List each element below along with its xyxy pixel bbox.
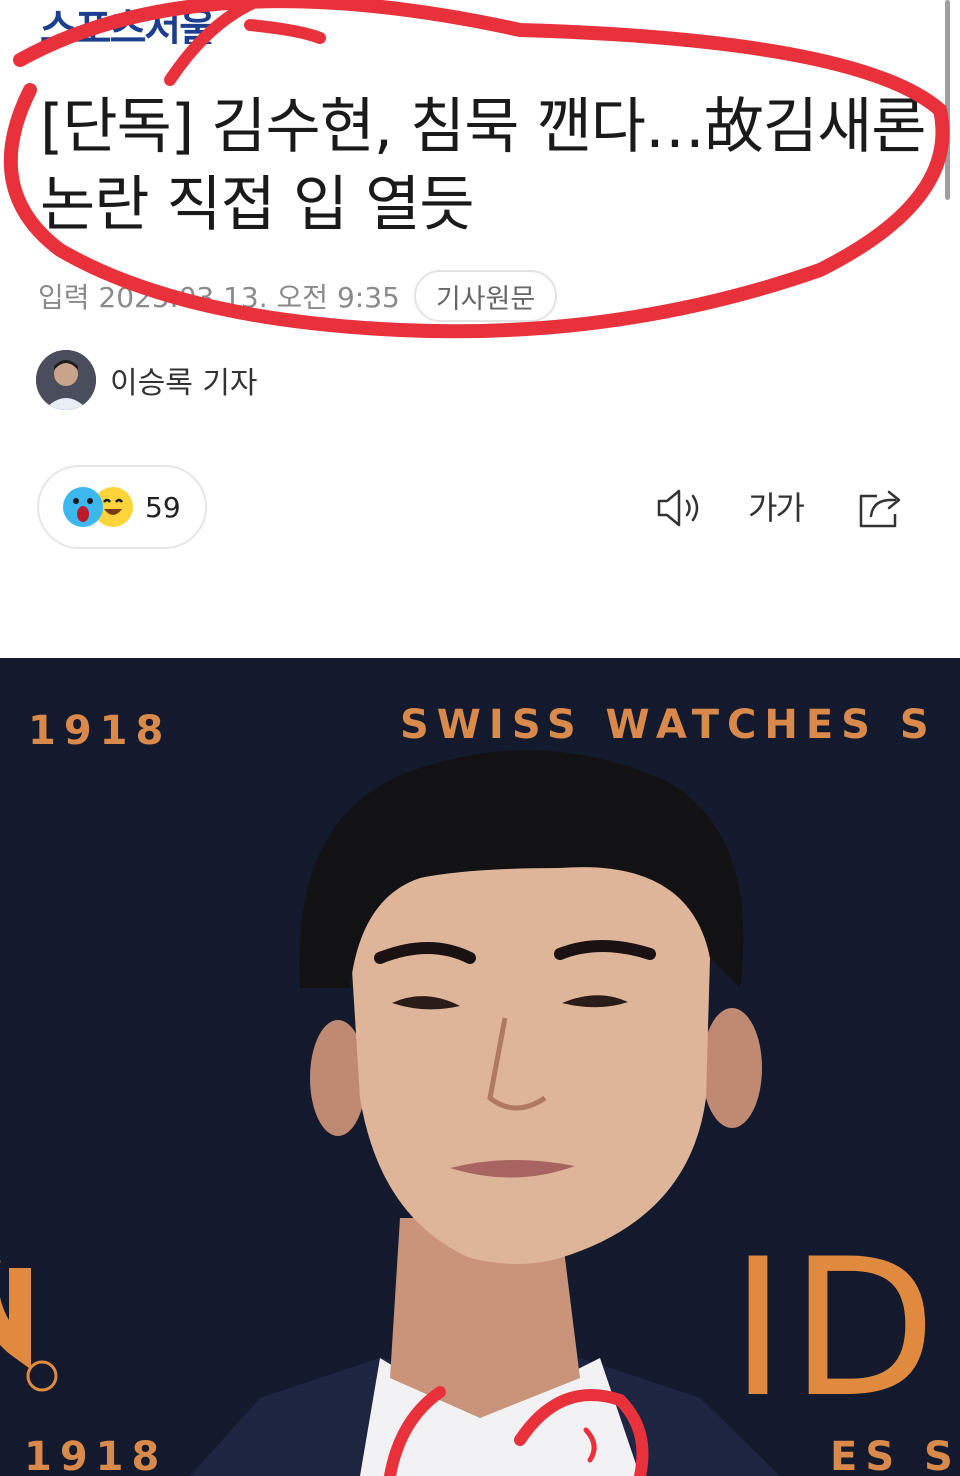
scrollbar-thumb[interactable] — [945, 0, 950, 200]
publication-logo[interactable]: 스포츠서울 — [40, 6, 235, 44]
font-size-label: 가가 — [748, 489, 805, 527]
headline-line-2: 논란 직접 입 열듯 — [40, 170, 475, 240]
published-date: 입력 2025.03.13. 오전 9:35 — [38, 281, 400, 314]
article-meta: 입력 2025.03.13. 오전 9:35 기사원문 — [38, 270, 558, 322]
font-size-button[interactable]: 가가 — [748, 484, 810, 532]
original-article-button[interactable]: 기사원문 — [413, 270, 558, 322]
headline-line-1: [단독] 김수현, 침묵 깬다…故김새론 — [40, 92, 927, 162]
author-name: 이승록 기자 — [110, 366, 258, 401]
article-photo[interactable]: 1918 SWISS WATCHES S ID 1918 ES S — [0, 658, 960, 1476]
author-row[interactable]: 이승록 기자 — [36, 350, 258, 410]
reaction-button[interactable]: 59 — [37, 465, 207, 549]
logo-text: 스포츠서울 — [40, 6, 216, 44]
avatar — [36, 350, 96, 410]
share-icon[interactable] — [855, 484, 907, 532]
reaction-count: 59 — [145, 490, 181, 524]
article-headline: [단독] 김수현, 침묵 깬다…故김새론 논란 직접 입 열듯 — [40, 88, 940, 244]
person-figure — [0, 750, 780, 1476]
speaker-icon[interactable] — [655, 484, 707, 532]
shocked-emoji-icon — [63, 487, 103, 527]
